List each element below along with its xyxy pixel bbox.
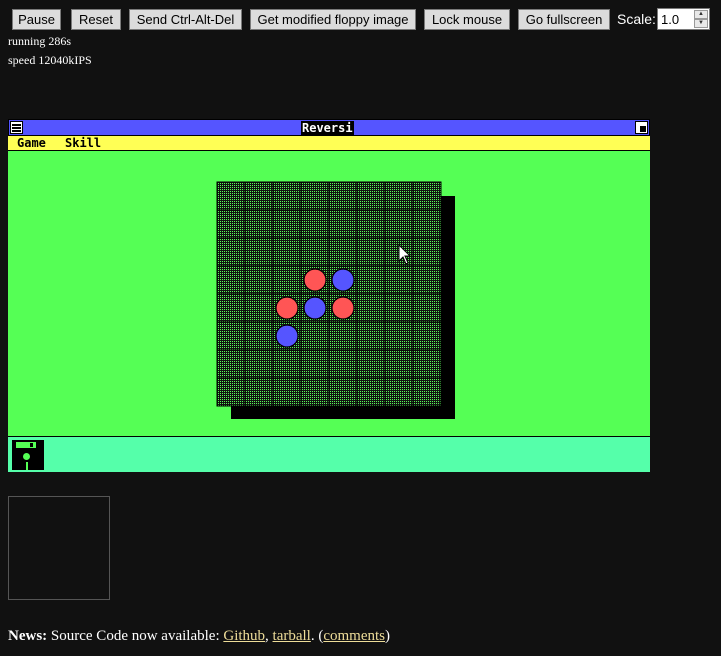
comments-link[interactable]: comments bbox=[323, 628, 385, 644]
ctrl-alt-del-button[interactable]: Send Ctrl-Alt-Del bbox=[129, 9, 242, 30]
maximize-icon[interactable] bbox=[635, 121, 648, 134]
floppy-disk-icon[interactable] bbox=[12, 440, 44, 470]
lock-mouse-button[interactable]: Lock mouse bbox=[424, 9, 510, 30]
window-title: Reversi bbox=[301, 121, 354, 135]
red-piece bbox=[303, 268, 327, 292]
window-titlebar[interactable]: Reversi bbox=[8, 119, 650, 136]
fullscreen-button[interactable]: Go fullscreen bbox=[518, 9, 610, 30]
floppy-image-button[interactable]: Get modified floppy image bbox=[250, 9, 416, 30]
icon-bar bbox=[8, 436, 650, 472]
github-link[interactable]: Github bbox=[223, 628, 265, 644]
scale-value: 1.0 bbox=[661, 12, 680, 27]
scale-label: Scale: bbox=[617, 11, 656, 27]
red-piece bbox=[275, 296, 299, 320]
reversi-board[interactable] bbox=[216, 181, 456, 421]
menu-skill[interactable]: Skill bbox=[65, 136, 101, 150]
system-menu-icon[interactable] bbox=[10, 121, 23, 134]
running-status: running 286s bbox=[8, 34, 71, 48]
news-text: Source Code now available: bbox=[50, 628, 220, 644]
pause-button[interactable]: Pause bbox=[12, 9, 61, 30]
screen-thumbnail bbox=[8, 496, 110, 600]
blue-piece bbox=[303, 296, 327, 320]
scale-input[interactable]: 1.0 ▲ ▼ bbox=[657, 8, 710, 30]
menu-bar: Game Skill bbox=[8, 136, 650, 151]
news-line: News: Source Code now available: Github,… bbox=[8, 628, 391, 644]
tarball-link[interactable]: tarball bbox=[273, 628, 311, 644]
spin-up-icon[interactable]: ▲ bbox=[694, 10, 708, 19]
red-piece bbox=[331, 296, 355, 320]
blue-piece bbox=[275, 324, 299, 348]
news-label: News: bbox=[8, 628, 48, 644]
reset-button[interactable]: Reset bbox=[71, 9, 121, 30]
speed-status: speed 12040kIPS bbox=[8, 53, 92, 67]
spin-down-icon[interactable]: ▼ bbox=[694, 19, 708, 28]
emulator-screen[interactable]: Reversi Game Skill bbox=[8, 119, 650, 472]
menu-game[interactable]: Game bbox=[17, 136, 46, 150]
blue-piece bbox=[331, 268, 355, 292]
